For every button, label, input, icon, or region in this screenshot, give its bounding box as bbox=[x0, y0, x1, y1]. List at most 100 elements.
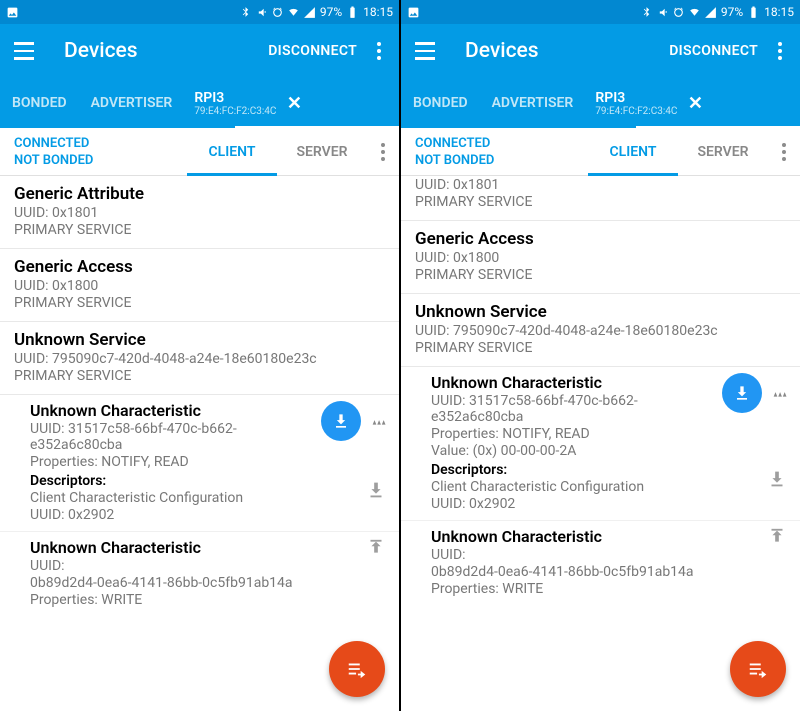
write-icon[interactable] bbox=[766, 527, 788, 549]
service-name: Generic Access bbox=[415, 229, 786, 249]
char-properties: Properties: WRITE bbox=[30, 592, 385, 608]
app-bar: Devices DISCONNECT bbox=[401, 24, 800, 78]
write-icon[interactable] bbox=[365, 538, 387, 560]
service-type: PRIMARY SERVICE bbox=[415, 340, 786, 356]
battery-icon bbox=[747, 6, 760, 19]
disconnect-button[interactable]: DISCONNECT bbox=[669, 43, 758, 59]
service-name: Unknown Service bbox=[14, 330, 385, 350]
menu-icon[interactable] bbox=[415, 42, 443, 60]
left-screenshot: 97% 18:15 Devices DISCONNECT BONDED ADVE… bbox=[0, 0, 399, 711]
read-button[interactable] bbox=[722, 373, 762, 413]
characteristic-write[interactable]: Unknown Characteristic UUID: 0b89d2d4-0e… bbox=[401, 521, 800, 605]
service-type: PRIMARY SERVICE bbox=[14, 222, 385, 238]
descriptor-uuid: UUID: 0x2902 bbox=[431, 496, 786, 512]
bond-state: NOT BONDED bbox=[415, 152, 494, 169]
char-uuid: UUID: 31517c58-66bf-470c-b662-e352a6c80c… bbox=[431, 393, 711, 425]
service-generic-access[interactable]: Generic Access UUID: 0x1800 PRIMARY SERV… bbox=[401, 221, 800, 294]
tab-bar: BONDED ADVERTISER RPI3 79:E4:FC:F2:C3:4C… bbox=[401, 78, 800, 128]
image-icon bbox=[6, 6, 19, 19]
char-uuid-label: UUID: bbox=[431, 547, 786, 563]
service-uuid: UUID: 0x1800 bbox=[415, 250, 786, 266]
characteristic-write[interactable]: Unknown Characteristic UUID: 0b89d2d4-0e… bbox=[0, 532, 399, 616]
close-tab-icon[interactable]: ✕ bbox=[276, 93, 312, 114]
bluetooth-icon bbox=[239, 6, 252, 19]
service-list[interactable]: Generic Attribute UUID: 0x1801 PRIMARY S… bbox=[0, 176, 399, 616]
descriptor-ccc: Client Characteristic Configuration bbox=[431, 479, 786, 495]
tab-server[interactable]: SERVER bbox=[678, 128, 768, 175]
battery-text: 97% bbox=[721, 5, 743, 19]
descriptor-ccc: Client Characteristic Configuration bbox=[30, 490, 385, 506]
mute-icon bbox=[656, 6, 669, 19]
right-screenshot: 97% 18:15 Devices DISCONNECT BONDED ADVE… bbox=[401, 0, 800, 711]
tab-bonded[interactable]: BONDED bbox=[0, 78, 79, 128]
char-name: Unknown Characteristic bbox=[30, 538, 385, 557]
notify-toggle-icon[interactable] bbox=[369, 410, 391, 432]
tab-client[interactable]: CLIENT bbox=[187, 128, 277, 175]
signal-icon bbox=[303, 6, 316, 19]
overflow-menu-icon[interactable] bbox=[359, 42, 399, 60]
char-properties: Properties: NOTIFY, READ bbox=[431, 426, 786, 442]
app-title: Devices bbox=[465, 39, 669, 63]
char-uuid-label: UUID: bbox=[30, 558, 385, 574]
read-button[interactable] bbox=[321, 401, 361, 441]
app-bar: Devices DISCONNECT bbox=[0, 24, 399, 78]
bluetooth-icon bbox=[640, 6, 653, 19]
bond-state: NOT BONDED bbox=[14, 152, 93, 169]
tab-client[interactable]: CLIENT bbox=[588, 128, 678, 175]
sub-bar: CONNECTED NOT BONDED CLIENT SERVER bbox=[401, 128, 800, 176]
signal-icon bbox=[704, 6, 717, 19]
tab-bar: BONDED ADVERTISER RPI3 79:E4:FC:F2:C3:4C… bbox=[0, 78, 399, 128]
tab-server[interactable]: SERVER bbox=[277, 128, 367, 175]
service-uuid: UUID: 0x1800 bbox=[14, 278, 385, 294]
time-text: 18:15 bbox=[363, 5, 393, 19]
tab-device[interactable]: RPI3 79:E4:FC:F2:C3:4C ✕ bbox=[585, 90, 800, 117]
overflow-menu-icon[interactable] bbox=[760, 42, 800, 60]
characteristic-notify-read[interactable]: Unknown Characteristic UUID: 31517c58-66… bbox=[0, 395, 399, 532]
tab-advertiser[interactable]: ADVERTISER bbox=[480, 78, 586, 128]
fab-log-button[interactable] bbox=[329, 641, 385, 697]
tab-device-name: RPI3 bbox=[595, 90, 677, 106]
descriptor-read-icon[interactable] bbox=[766, 468, 788, 490]
mute-icon bbox=[255, 6, 268, 19]
descriptors-label: Descriptors: bbox=[431, 462, 786, 478]
descriptor-read-icon[interactable] bbox=[365, 479, 387, 501]
char-uuid: 0b89d2d4-0ea6-4141-86bb-0c5fb91ab14a bbox=[30, 575, 340, 591]
service-uuid: UUID: 795090c7-420d-4048-a24e-18e60180e2… bbox=[14, 351, 385, 367]
service-unknown[interactable]: Unknown Service UUID: 795090c7-420d-4048… bbox=[401, 294, 800, 367]
connection-state: CONNECTED bbox=[415, 135, 494, 152]
tab-device-name: RPI3 bbox=[194, 90, 276, 106]
time-text: 18:15 bbox=[764, 5, 794, 19]
alarm-icon bbox=[672, 6, 685, 19]
tab-advertiser[interactable]: ADVERTISER bbox=[79, 78, 185, 128]
service-type: PRIMARY SERVICE bbox=[14, 295, 385, 311]
service-list[interactable]: UUID: 0x1801 PRIMARY SERVICE Generic Acc… bbox=[401, 176, 800, 605]
sub-overflow-icon[interactable] bbox=[768, 143, 800, 161]
disconnect-button[interactable]: DISCONNECT bbox=[268, 43, 357, 59]
battery-text: 97% bbox=[320, 5, 342, 19]
service-generic-access[interactable]: Generic Access UUID: 0x1800 PRIMARY SERV… bbox=[0, 249, 399, 322]
image-icon bbox=[407, 6, 420, 19]
char-uuid: 0b89d2d4-0ea6-4141-86bb-0c5fb91ab14a bbox=[431, 564, 741, 580]
sub-overflow-icon[interactable] bbox=[367, 143, 399, 161]
menu-icon[interactable] bbox=[14, 42, 42, 60]
close-tab-icon[interactable]: ✕ bbox=[677, 93, 713, 114]
service-type: PRIMARY SERVICE bbox=[14, 368, 385, 384]
char-uuid: UUID: 31517c58-66bf-470c-b662-e352a6c80c… bbox=[30, 421, 310, 453]
wifi-icon bbox=[287, 6, 300, 19]
tab-device[interactable]: RPI3 79:E4:FC:F2:C3:4C ✕ bbox=[184, 90, 399, 117]
service-generic-attribute-partial[interactable]: UUID: 0x1801 PRIMARY SERVICE bbox=[401, 177, 800, 221]
char-value: Value: (0x) 00-00-00-2A bbox=[431, 443, 786, 459]
notify-toggle-icon[interactable] bbox=[770, 382, 792, 404]
service-generic-attribute[interactable]: Generic Attribute UUID: 0x1801 PRIMARY S… bbox=[0, 176, 399, 249]
characteristic-notify-read[interactable]: Unknown Characteristic UUID: 31517c58-66… bbox=[401, 367, 800, 521]
tab-device-mac: 79:E4:FC:F2:C3:4C bbox=[194, 106, 276, 117]
char-properties: Properties: NOTIFY, READ bbox=[30, 454, 385, 470]
service-uuid: UUID: 795090c7-420d-4048-a24e-18e60180e2… bbox=[415, 323, 786, 339]
sub-bar: CONNECTED NOT BONDED CLIENT SERVER bbox=[0, 128, 399, 176]
tab-device-mac: 79:E4:FC:F2:C3:4C bbox=[595, 106, 677, 117]
service-uuid: UUID: 0x1801 bbox=[415, 177, 786, 193]
service-type: PRIMARY SERVICE bbox=[415, 267, 786, 283]
fab-log-button[interactable] bbox=[730, 641, 786, 697]
service-unknown[interactable]: Unknown Service UUID: 795090c7-420d-4048… bbox=[0, 322, 399, 395]
tab-bonded[interactable]: BONDED bbox=[401, 78, 480, 128]
